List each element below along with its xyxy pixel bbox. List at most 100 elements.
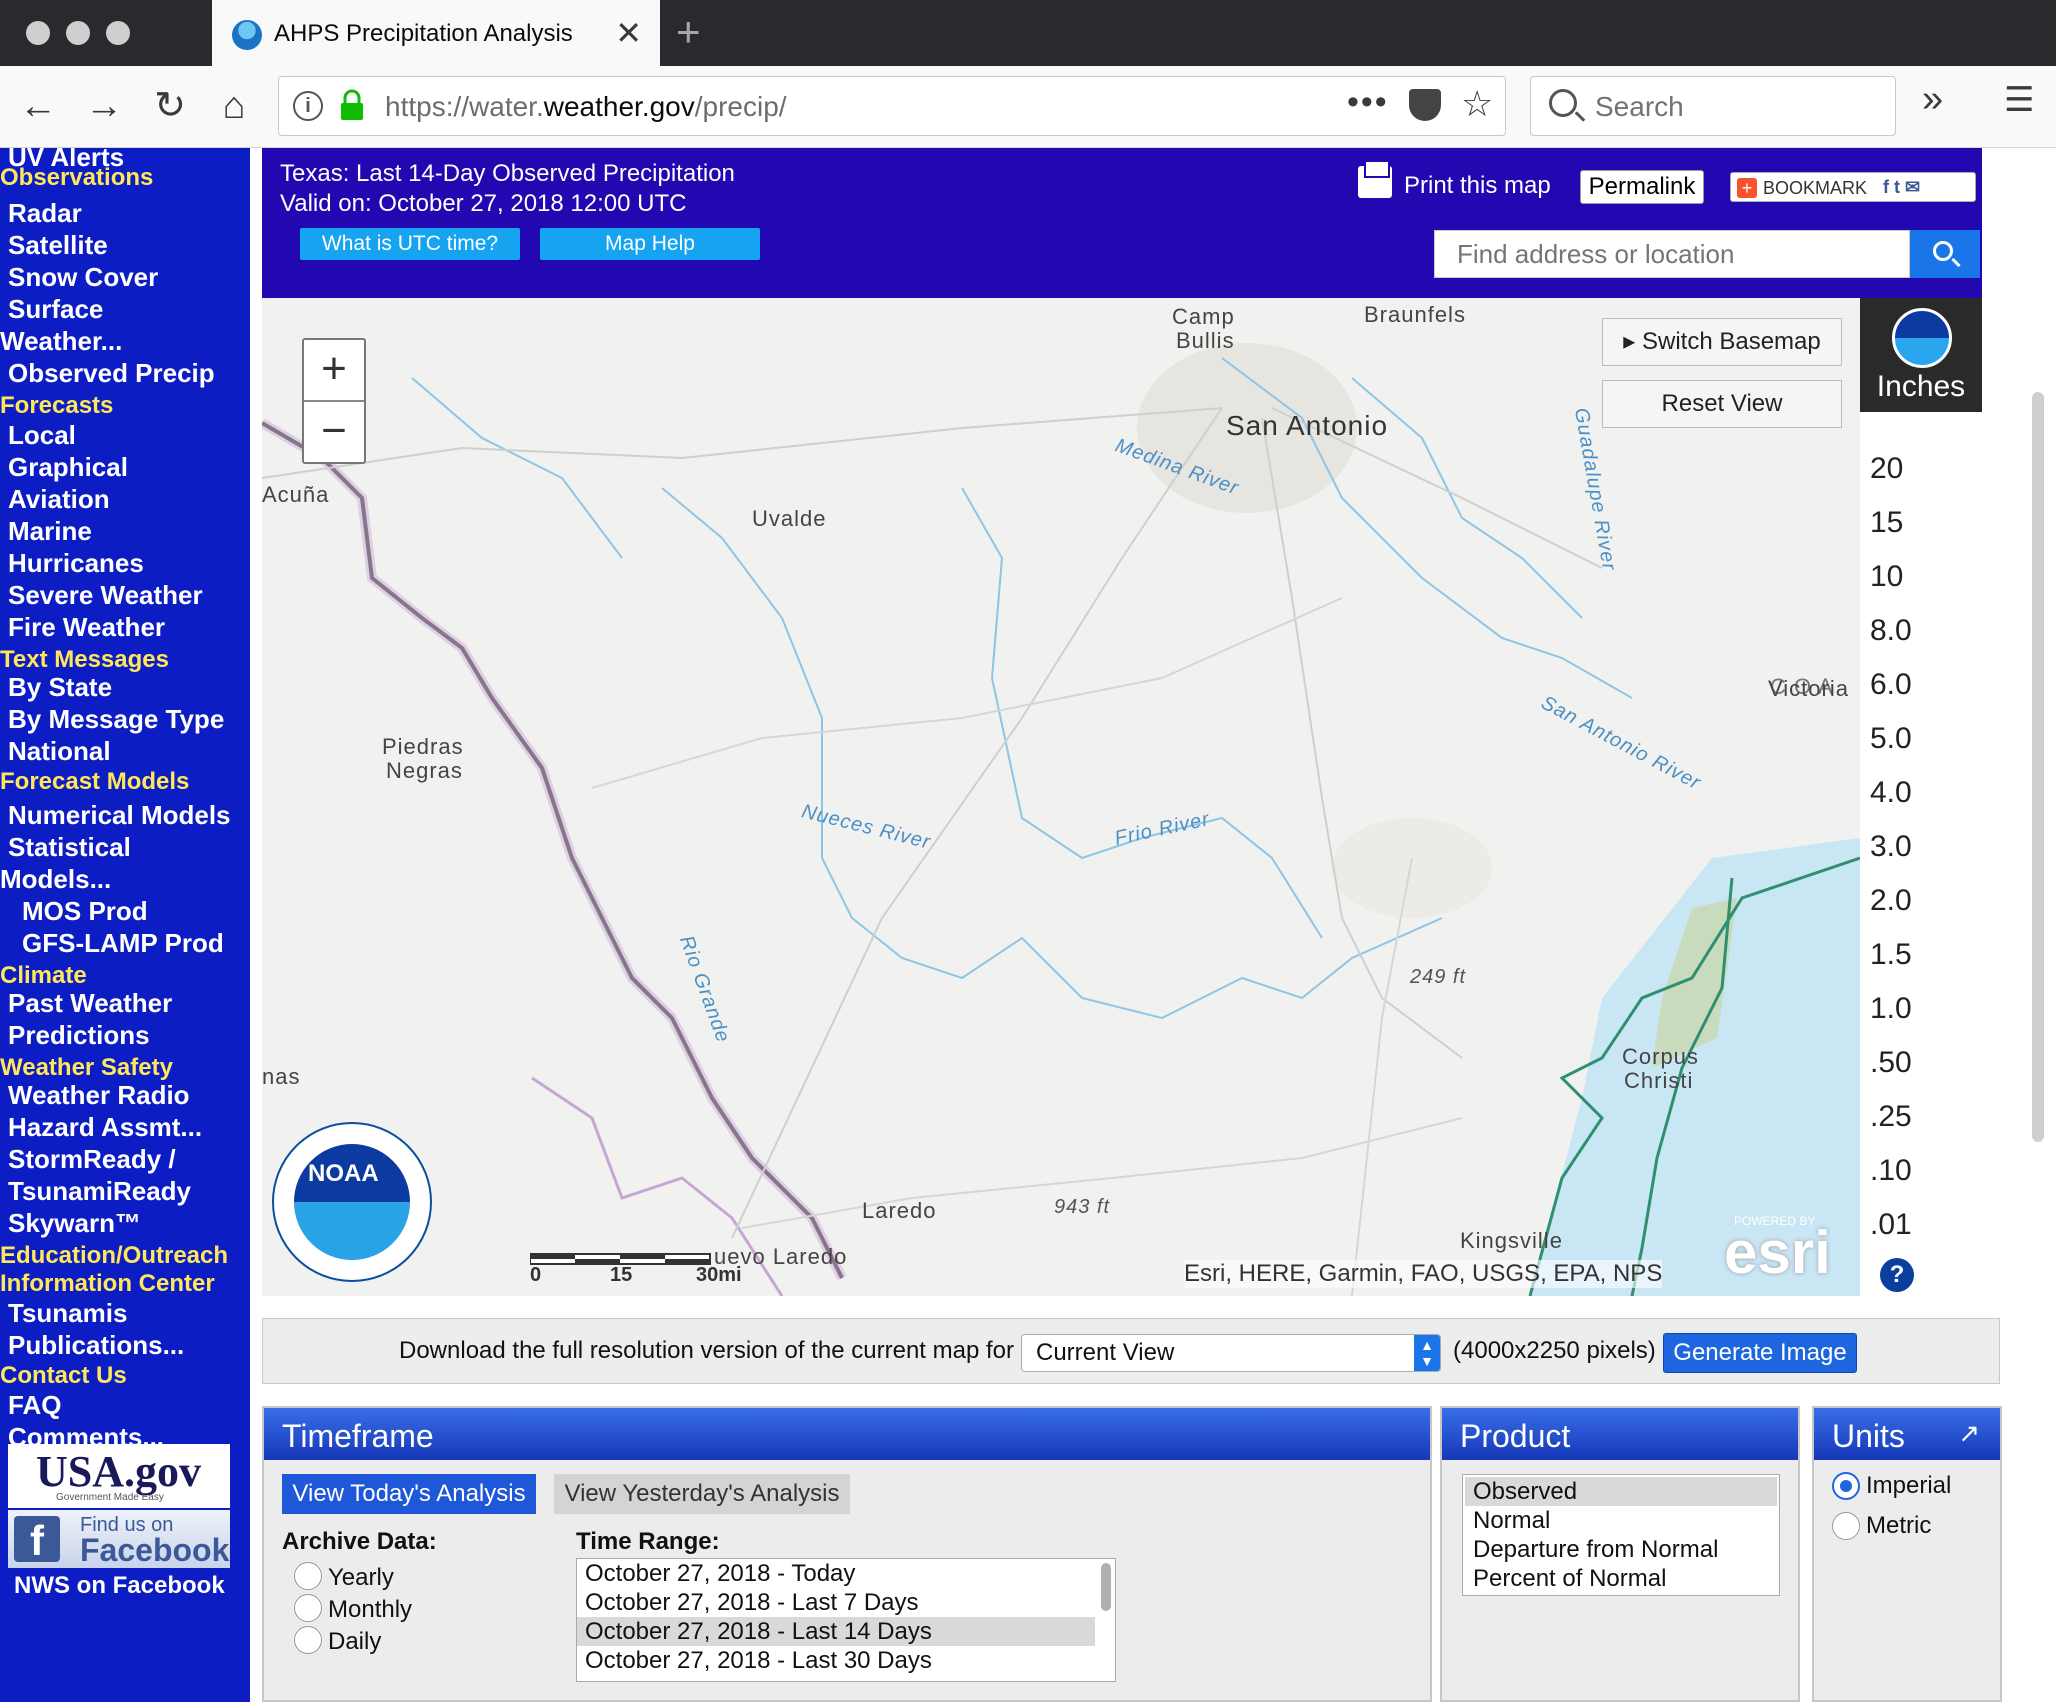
sidebar-section-heading[interactable]: Information Center xyxy=(0,1270,215,1298)
sidebar-link[interactable]: Satellite xyxy=(8,230,108,261)
window-minimize-dot[interactable] xyxy=(66,21,90,45)
product-option[interactable]: Normal xyxy=(1465,1506,1777,1535)
archive-radio[interactable] xyxy=(294,1594,322,1622)
archive-option-label[interactable]: Monthly xyxy=(328,1596,412,1624)
units-option-label[interactable]: Metric xyxy=(1866,1512,1931,1540)
hamburger-menu-icon[interactable]: ☰ xyxy=(2004,80,2034,120)
back-icon[interactable]: ← xyxy=(16,84,60,128)
sidebar-link[interactable]: Graphical xyxy=(8,452,128,483)
bookmark-star-icon[interactable]: ☆ xyxy=(1461,83,1493,125)
url-bar[interactable]: i https://water.weather.gov/precip/ ••• … xyxy=(278,76,1506,136)
forward-icon[interactable]: → xyxy=(82,84,126,128)
window-zoom-dot[interactable] xyxy=(106,21,130,45)
sidebar-link[interactable]: Marine xyxy=(8,516,92,547)
sidebar-link[interactable]: Local xyxy=(8,420,76,451)
sidebar-link[interactable]: Publications... xyxy=(8,1330,184,1361)
sidebar-link[interactable]: By State xyxy=(8,672,112,703)
precip-map[interactable]: Camp Bullis Braunfels San Antonio Medina… xyxy=(262,298,1860,1296)
time-range-list[interactable]: October 27, 2018 - Today October 27, 2018… xyxy=(576,1558,1116,1682)
utc-time-button[interactable]: What is UTC time? xyxy=(300,228,520,260)
archive-option-label[interactable]: Yearly xyxy=(328,1564,394,1592)
sidebar-link[interactable]: FAQ xyxy=(8,1390,61,1421)
sidebar-link[interactable]: National xyxy=(8,736,111,767)
sidebar-link[interactable]: Surface xyxy=(8,294,103,325)
pocket-icon[interactable] xyxy=(1409,89,1441,121)
find-location-input[interactable] xyxy=(1434,230,1910,278)
info-icon[interactable]: i xyxy=(293,91,323,121)
sidebar-section-heading[interactable]: Climate xyxy=(0,962,87,990)
time-range-option[interactable]: October 27, 2018 - Last 7 Days xyxy=(577,1588,1095,1617)
units-radio[interactable] xyxy=(1832,1512,1860,1540)
sidebar-section-heading[interactable]: Text Messages xyxy=(0,646,169,674)
sidebar-section-heading[interactable]: Forecasts xyxy=(0,392,113,420)
sidebar-link[interactable]: Hurricanes xyxy=(8,548,144,579)
sidebar-link[interactable]: Hazard Assmt... xyxy=(8,1112,202,1143)
sidebar-section-heading[interactable]: Forecast Models xyxy=(0,768,189,796)
sidebar-link[interactable]: Aviation xyxy=(8,484,110,515)
sidebar-link[interactable]: Snow Cover xyxy=(8,262,158,293)
sidebar-link[interactable]: Models... xyxy=(0,864,111,895)
archive-radio[interactable] xyxy=(294,1626,322,1654)
sidebar-link[interactable]: Statistical xyxy=(8,832,131,863)
url-text[interactable]: https://water.weather.gov/precip/ xyxy=(385,91,787,123)
find-location-button[interactable] xyxy=(1910,230,1980,278)
printer-icon[interactable] xyxy=(1358,160,1392,198)
sidebar-link[interactable]: Predictions xyxy=(8,1020,150,1051)
zoom-in-button[interactable]: + xyxy=(304,340,364,402)
sidebar-link[interactable]: Past Weather xyxy=(8,988,172,1019)
print-map-link[interactable]: Print this map xyxy=(1404,172,1551,200)
sidebar-link[interactable]: Weather... xyxy=(0,326,122,357)
archive-option-label[interactable]: Daily xyxy=(328,1628,381,1656)
bookmark-button[interactable]: + BOOKMARK f t ✉ xyxy=(1730,172,1976,202)
sidebar-link[interactable]: MOS Prod xyxy=(22,896,148,927)
overflow-chevron-icon[interactable]: » xyxy=(1922,78,1943,121)
esri-logo[interactable]: esri xyxy=(1724,1218,1831,1287)
list-scrollbar[interactable] xyxy=(1101,1563,1111,1611)
page-actions-icon[interactable]: ••• xyxy=(1347,83,1389,122)
units-radio[interactable] xyxy=(1832,1472,1860,1500)
sidebar-section-heading[interactable]: Contact Us xyxy=(0,1362,127,1390)
browser-tab[interactable]: AHPS Precipitation Analysis ✕ xyxy=(212,0,660,66)
download-extent-select[interactable]: Current View ▲ ▼ xyxy=(1021,1334,1441,1372)
permalink-button[interactable]: Permalink xyxy=(1580,170,1704,204)
sidebar-link[interactable]: Radar xyxy=(8,198,82,229)
units-option-label[interactable]: Imperial xyxy=(1866,1472,1951,1500)
generate-image-button[interactable]: Generate Image xyxy=(1663,1333,1857,1373)
reset-view-button[interactable]: Reset View xyxy=(1602,380,1842,428)
product-list[interactable]: Observed Normal Departure from Normal Perce… xyxy=(1462,1474,1780,1596)
sidebar-link[interactable]: By Message Type xyxy=(8,704,224,735)
nws-on-facebook-link[interactable]: NWS on Facebook xyxy=(14,1572,225,1600)
new-tab-icon[interactable]: + xyxy=(676,8,701,56)
sidebar-link[interactable]: Weather Radio xyxy=(8,1080,190,1111)
zoom-out-button[interactable]: − xyxy=(304,402,364,464)
product-option[interactable]: Departure from Normal xyxy=(1465,1535,1777,1564)
sidebar-link[interactable]: Numerical Models xyxy=(8,800,231,831)
sidebar-link[interactable]: Tsunamis xyxy=(8,1298,127,1329)
reload-icon[interactable]: ↻ xyxy=(148,84,192,128)
sidebar-link[interactable]: GFS-LAMP Prod xyxy=(22,928,224,959)
tab-close-icon[interactable]: ✕ xyxy=(615,14,642,52)
window-close-dot[interactable] xyxy=(26,21,50,45)
product-option[interactable]: Observed xyxy=(1465,1477,1777,1506)
home-icon[interactable]: ⌂ xyxy=(212,84,256,128)
sidebar-link[interactable]: Skywarn™ xyxy=(8,1208,141,1239)
sidebar-link[interactable]: Severe Weather xyxy=(8,580,203,611)
view-yesterday-button[interactable]: View Yesterday's Analysis xyxy=(554,1474,850,1514)
time-range-option[interactable]: October 27, 2018 - Today xyxy=(577,1559,1095,1588)
browser-search-input[interactable]: Search xyxy=(1530,76,1896,136)
facebook-banner[interactable]: f Find us on Facebook xyxy=(8,1510,230,1568)
time-range-option[interactable]: October 27, 2018 - Last 14 Days xyxy=(577,1617,1095,1646)
view-today-button[interactable]: View Today's Analysis xyxy=(282,1474,536,1514)
sidebar-section-heading[interactable]: Education/Outreach xyxy=(0,1242,228,1270)
switch-basemap-button[interactable]: ▸ Switch Basemap xyxy=(1602,318,1842,366)
product-option[interactable]: Percent of Normal xyxy=(1465,1564,1777,1593)
sidebar-link[interactable]: Fire Weather xyxy=(8,612,165,643)
sidebar-link[interactable]: Observed Precip xyxy=(8,358,215,389)
sidebar-section-heading[interactable]: Weather Safety xyxy=(0,1054,173,1082)
time-range-option[interactable]: October 27, 2018 - Last 30 Days xyxy=(577,1646,1095,1675)
sidebar-section-heading[interactable]: Observations xyxy=(0,164,153,192)
map-help-button[interactable]: Map Help xyxy=(540,228,760,260)
usa-gov-logo[interactable]: USA.gov Government Made Easy xyxy=(8,1444,230,1508)
sidebar-link[interactable]: StormReady / xyxy=(8,1144,176,1175)
popout-arrow-icon[interactable]: ↗ xyxy=(1958,1418,1980,1449)
